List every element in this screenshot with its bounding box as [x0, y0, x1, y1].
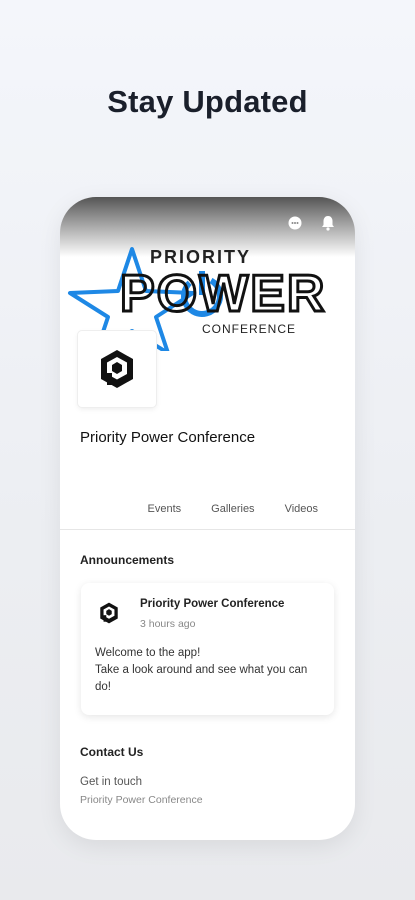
org-logo [78, 331, 156, 407]
post-body-line1: Welcome to the app! [95, 647, 201, 659]
phone-screen: PRIORITY POWER CONFERENCE Priority Power… [60, 197, 355, 840]
org-logo-icon [101, 350, 133, 388]
post-author: Priority Power Conference [140, 598, 285, 610]
banner-conference-text: CONFERENCE [202, 322, 296, 336]
post-time: 3 hours ago [140, 618, 196, 630]
tabs-divider [60, 529, 355, 530]
tab-bar: Events Galleries Videos [60, 503, 355, 525]
contact-title: Contact Us [80, 745, 144, 759]
chat-icon[interactable] [287, 215, 303, 231]
announcements-title: Announcements [80, 553, 175, 567]
banner-priority-text: PRIORITY [150, 247, 251, 267]
announcement-card[interactable]: Priority Power Conference 3 hours ago We… [81, 583, 334, 715]
author-avatar [95, 599, 123, 627]
tab-galleries[interactable]: Galleries [211, 503, 254, 525]
tab-events[interactable]: Events [148, 503, 182, 525]
contact-org: Priority Power Conference [80, 794, 203, 806]
tab-videos[interactable]: Videos [285, 503, 318, 525]
banner-power-text: POWER [120, 265, 326, 323]
org-name: Priority Power Conference [80, 429, 256, 446]
bell-icon[interactable] [321, 215, 335, 231]
post-body: Welcome to the app! Take a look around a… [95, 645, 325, 696]
post-body-line2: Take a look around and see what you can … [95, 664, 308, 693]
author-logo-icon [100, 602, 118, 624]
contact-subtitle[interactable]: Get in touch [80, 776, 142, 788]
top-actions [287, 215, 335, 231]
page-headline: Stay Updated [107, 84, 308, 119]
